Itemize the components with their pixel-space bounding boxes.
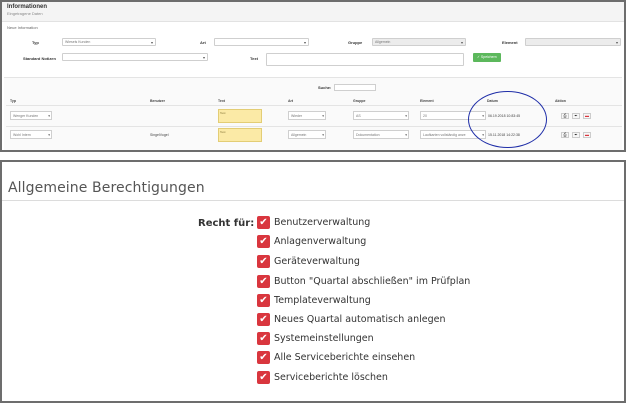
edit-icon[interactable]: ✒ bbox=[572, 113, 580, 119]
row1-text-note[interactable]: Test bbox=[218, 109, 262, 123]
checkbox-checked-icon[interactable]: ✔ bbox=[257, 371, 270, 384]
save-button-label: Speichern bbox=[480, 55, 497, 59]
recht-label: Recht für: bbox=[198, 218, 255, 229]
permission-item[interactable]: ✔ Serviceberichte löschen bbox=[257, 370, 388, 385]
edit-icon[interactable]: ✒ bbox=[572, 132, 580, 138]
search-input[interactable] bbox=[334, 84, 376, 91]
text-input[interactable] bbox=[266, 53, 464, 66]
art-label: Art bbox=[200, 40, 206, 45]
permission-item[interactable]: ✔ Templateverwaltung bbox=[257, 293, 371, 308]
row1-art-select[interactable]: Wieder bbox=[288, 111, 326, 120]
element-label: Element bbox=[502, 40, 518, 45]
permissions-title: Allgemeine Berechtigungen bbox=[8, 180, 205, 196]
permission-label: Geräteverwaltung bbox=[274, 256, 360, 267]
checkbox-checked-icon[interactable]: ✔ bbox=[257, 275, 270, 288]
standard-notizen-select[interactable] bbox=[62, 53, 208, 61]
checkbox-checked-icon[interactable]: ✔ bbox=[257, 313, 270, 326]
typ-label: Typ bbox=[32, 40, 39, 45]
page-subtitle: Eingetragene Daten bbox=[7, 11, 43, 16]
gruppe-select[interactable]: Allgemein bbox=[372, 38, 466, 46]
delete-icon[interactable]: ▬ bbox=[583, 132, 591, 138]
permission-item[interactable]: ✔ Button "Quartal abschließen" im Prüfpl… bbox=[257, 274, 470, 289]
permission-item[interactable]: ✔ Geräteverwaltung bbox=[257, 254, 360, 269]
row1-gruppe-select[interactable]: AS bbox=[353, 111, 409, 120]
permission-label: Button "Quartal abschließen" im Prüfplan bbox=[274, 276, 471, 287]
permission-item[interactable]: ✔ Benutzerverwaltung bbox=[257, 215, 370, 230]
permission-item[interactable]: ✔ Neues Quartal automatisch anlegen bbox=[257, 312, 445, 327]
col-header-typ[interactable]: Typ bbox=[10, 99, 16, 103]
print-icon[interactable]: ⎙ bbox=[561, 113, 569, 119]
row2-typ-select[interactable]: Wohl Intern bbox=[10, 130, 52, 139]
col-header-gruppe[interactable]: Gruppe bbox=[353, 99, 365, 103]
row2-benutzer: SingelVogel bbox=[150, 133, 169, 137]
section-label: Neue Information bbox=[7, 25, 38, 30]
element-select[interactable] bbox=[525, 38, 621, 46]
permission-item[interactable]: ✔ Alle Serviceberichte einsehen bbox=[257, 350, 415, 365]
panel-header: Informationen Eingetragene Daten bbox=[2, 2, 624, 22]
checkbox-checked-icon[interactable]: ✔ bbox=[257, 351, 270, 364]
art-select[interactable] bbox=[214, 38, 309, 46]
permission-label: Serviceberichte löschen bbox=[274, 372, 388, 383]
check-icon: ✓ bbox=[477, 55, 480, 59]
col-header-aktion: Aktion bbox=[555, 99, 566, 103]
typ-select[interactable]: Wiesels Kunden bbox=[62, 38, 156, 46]
divider bbox=[2, 200, 624, 201]
row2-text-note[interactable]: Test bbox=[218, 128, 262, 142]
print-icon[interactable]: ⎙ bbox=[561, 132, 569, 138]
search-label: Suche: bbox=[318, 85, 332, 90]
col-header-benutzer[interactable]: Benutzer bbox=[150, 99, 165, 103]
information-panel: Informationen Eingetragene Daten Neue In… bbox=[0, 0, 626, 152]
permission-item[interactable]: ✔ Systemeinstellungen bbox=[257, 331, 374, 346]
col-header-text[interactable]: Text bbox=[218, 99, 225, 103]
permission-label: Neues Quartal automatisch anlegen bbox=[274, 314, 446, 325]
text-label: Text bbox=[250, 56, 258, 61]
permission-label: Templateverwaltung bbox=[274, 295, 371, 306]
save-button[interactable]: ✓ Speichern bbox=[473, 53, 501, 62]
row2-art-select[interactable]: Allgemein bbox=[288, 130, 326, 139]
page-title: Informationen bbox=[7, 4, 47, 10]
col-header-element[interactable]: Element bbox=[420, 99, 434, 103]
permission-label: Alle Serviceberichte einsehen bbox=[274, 352, 416, 363]
permission-label: Anlagenverwaltung bbox=[274, 236, 367, 247]
permission-item[interactable]: ✔ Anlagenverwaltung bbox=[257, 234, 366, 249]
permission-label: Systemeinstellungen bbox=[274, 333, 374, 344]
permissions-panel: Allgemeine Berechtigungen Recht für: ✔ B… bbox=[0, 160, 626, 403]
checkbox-checked-icon[interactable]: ✔ bbox=[257, 294, 270, 307]
checkbox-checked-icon[interactable]: ✔ bbox=[257, 332, 270, 345]
checkbox-checked-icon[interactable]: ✔ bbox=[257, 255, 270, 268]
col-header-art[interactable]: Art bbox=[288, 99, 293, 103]
permission-label: Benutzerverwaltung bbox=[274, 217, 371, 228]
row2-gruppe-select[interactable]: Dokumentation bbox=[353, 130, 409, 139]
row1-typ-select[interactable]: Wenger Kunden bbox=[10, 111, 52, 120]
checkbox-checked-icon[interactable]: ✔ bbox=[257, 216, 270, 229]
delete-icon[interactable]: ▬ bbox=[583, 113, 591, 119]
gruppe-label: Gruppe bbox=[348, 40, 363, 45]
standard-notizen-label: Standard Notizen bbox=[23, 56, 56, 61]
checkbox-checked-icon[interactable]: ✔ bbox=[257, 235, 270, 248]
date-highlight-circle bbox=[468, 91, 547, 148]
